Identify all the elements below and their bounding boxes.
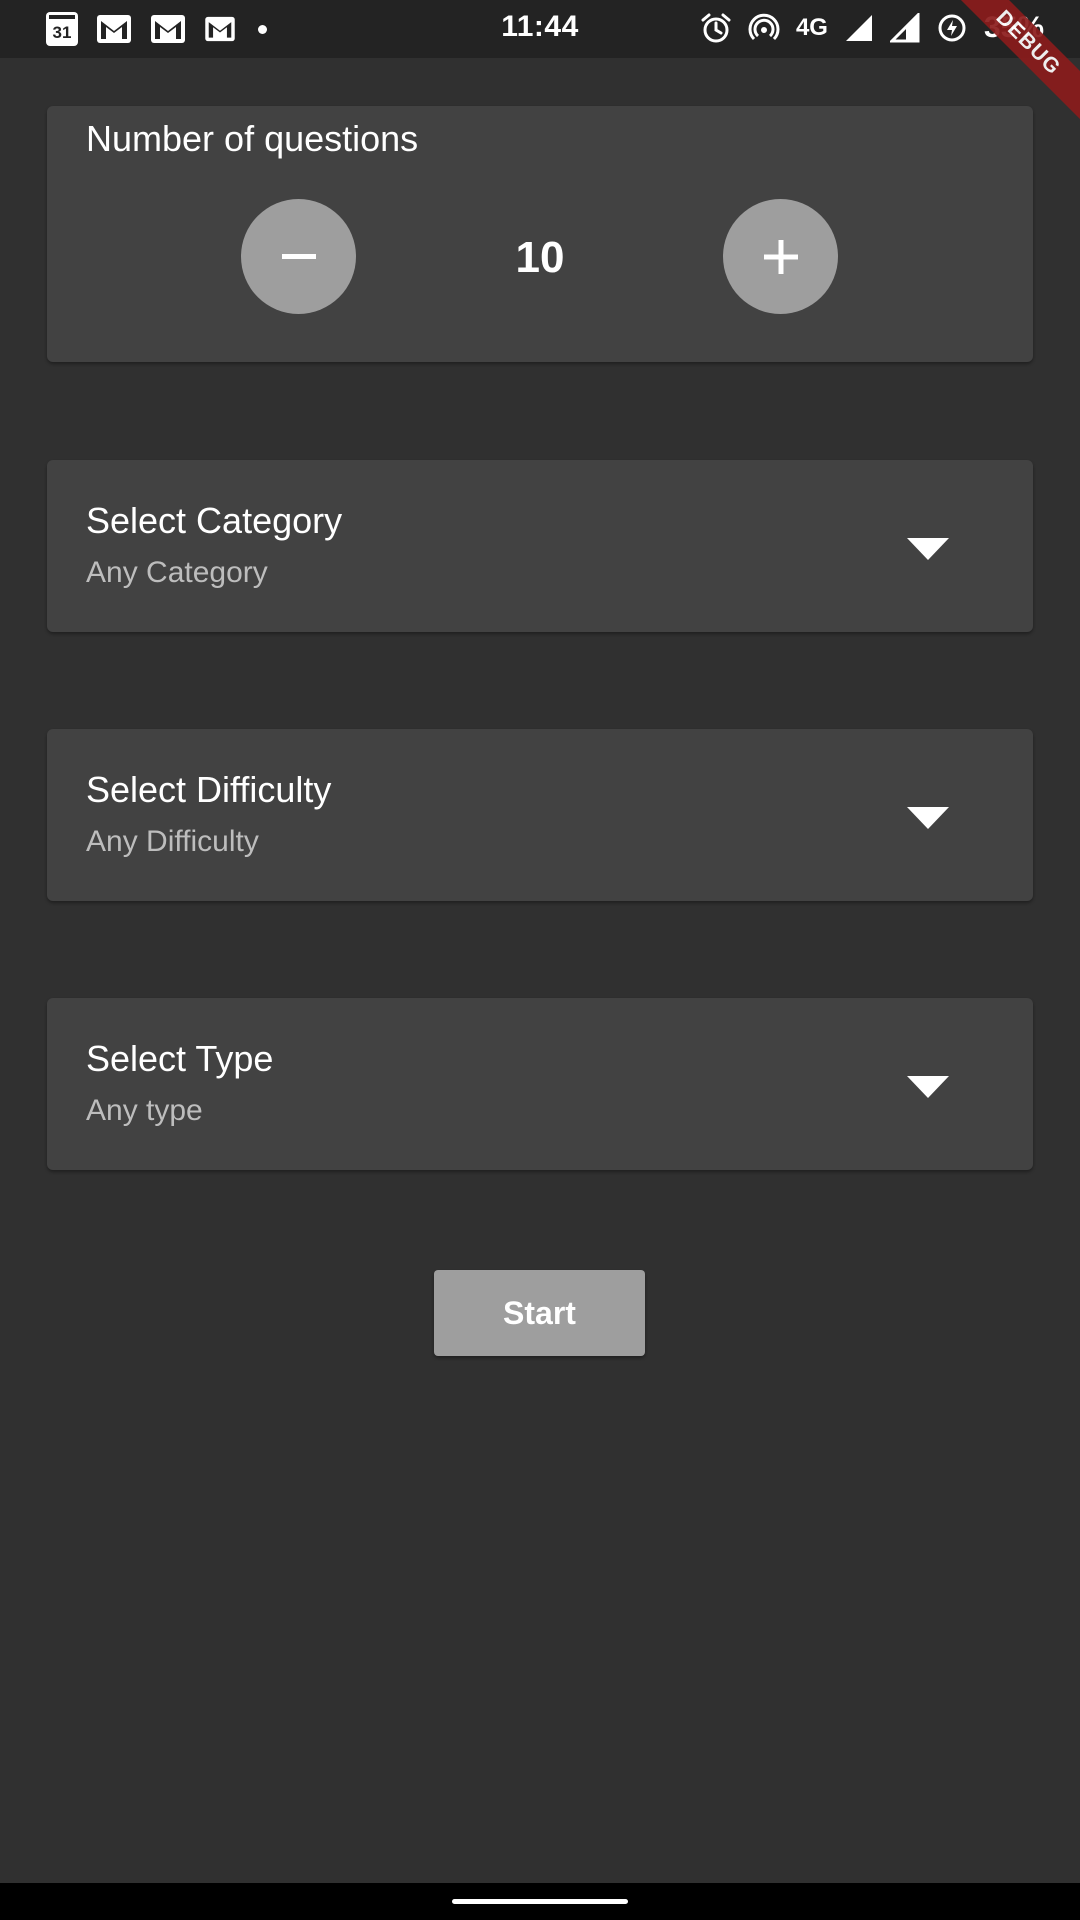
home-gesture-handle[interactable]: [452, 1899, 628, 1904]
hotspot-icon: [748, 10, 780, 46]
increment-button[interactable]: [723, 199, 838, 314]
question-count-value: 10: [515, 233, 565, 282]
signal-icon: [889, 10, 920, 46]
type-dropdown[interactable]: Select Type Any type: [47, 998, 1033, 1170]
signal-icon: [844, 10, 874, 46]
network-type: 4G: [795, 14, 828, 41]
dropdown-arrow-icon: [907, 807, 949, 829]
category-value: Any Category: [86, 556, 268, 589]
difficulty-dropdown[interactable]: Select Difficulty Any Difficulty: [47, 729, 1033, 901]
type-label: Select Type: [86, 1038, 274, 1079]
app-screen: 31 11:44 4G DEBUG Number of questions 10…: [0, 0, 1080, 1920]
category-dropdown[interactable]: Select Category Any Category: [47, 460, 1033, 632]
category-label: Select Category: [86, 500, 343, 541]
type-value: Any type: [86, 1094, 203, 1127]
plus-icon: [763, 239, 798, 274]
start-button[interactable]: Start: [434, 1270, 645, 1356]
difficulty-value: Any Difficulty: [86, 825, 259, 858]
status-bar: 31 11:44 4G: [0, 0, 1080, 58]
dropdown-arrow-icon: [907, 1076, 949, 1098]
decrement-button[interactable]: [241, 199, 356, 314]
minus-icon: [281, 253, 316, 259]
alarm-icon: [700, 10, 732, 46]
battery-saver-icon: [936, 10, 968, 46]
question-count-label: Number of questions: [86, 118, 419, 159]
navigation-bar: [0, 1883, 1080, 1920]
question-count-card: Number of questions 10: [47, 106, 1033, 362]
difficulty-label: Select Difficulty: [86, 769, 332, 810]
dropdown-arrow-icon: [907, 538, 949, 560]
